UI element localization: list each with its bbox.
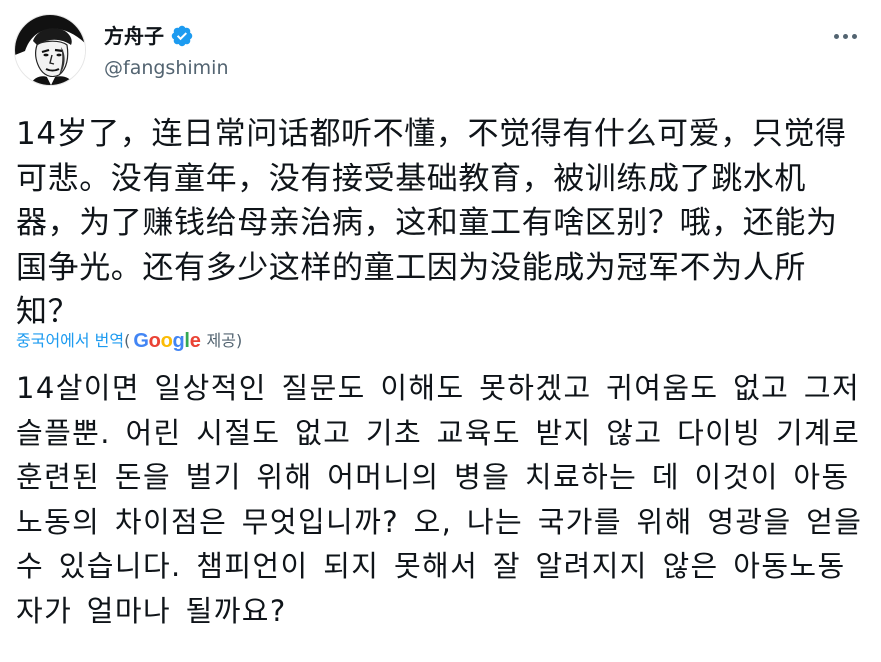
author-name-row[interactable]: 方舟子 bbox=[104, 22, 194, 50]
more-options-button[interactable] bbox=[829, 22, 861, 50]
google-letter: e bbox=[189, 330, 201, 352]
more-horizontal-icon bbox=[833, 33, 839, 39]
google-letter: o bbox=[148, 330, 161, 352]
google-letter: g bbox=[172, 330, 185, 352]
translated-from-link[interactable]: 중국어에서 번역 bbox=[16, 329, 124, 353]
verified-badge-icon bbox=[171, 25, 193, 47]
display-name[interactable]: 方舟子 bbox=[104, 22, 164, 50]
provided-by-label: 제공) bbox=[206, 331, 243, 350]
open-paren: ( bbox=[124, 331, 131, 350]
author-handle[interactable]: @fangshimin bbox=[104, 55, 228, 81]
avatar[interactable] bbox=[14, 14, 86, 86]
translated-tweet-text: 14살이면 일상적인 질문도 이해도 못하겠고 귀여움도 없고 그저 슬플뿐. … bbox=[16, 371, 863, 628]
translation-attribution: 중국어에서 번역 ( Google 제공) bbox=[16, 329, 242, 353]
google-letter: G bbox=[133, 330, 149, 352]
google-letter: o bbox=[160, 330, 173, 352]
google-logo: Google bbox=[133, 329, 200, 353]
tweet-text: 14岁了，连日常问话都听不懂，不觉得有什么可爱，只觉得可悲。没有童年，没有接受基… bbox=[16, 116, 847, 330]
portrait-avatar-icon bbox=[15, 15, 85, 85]
tweet: 方舟子 @fangshimin 14岁了，连日常问话都听不懂，不觉得有什么可爱，… bbox=[0, 0, 881, 662]
more-horizontal-icon bbox=[851, 33, 857, 39]
more-horizontal-icon bbox=[842, 33, 848, 39]
